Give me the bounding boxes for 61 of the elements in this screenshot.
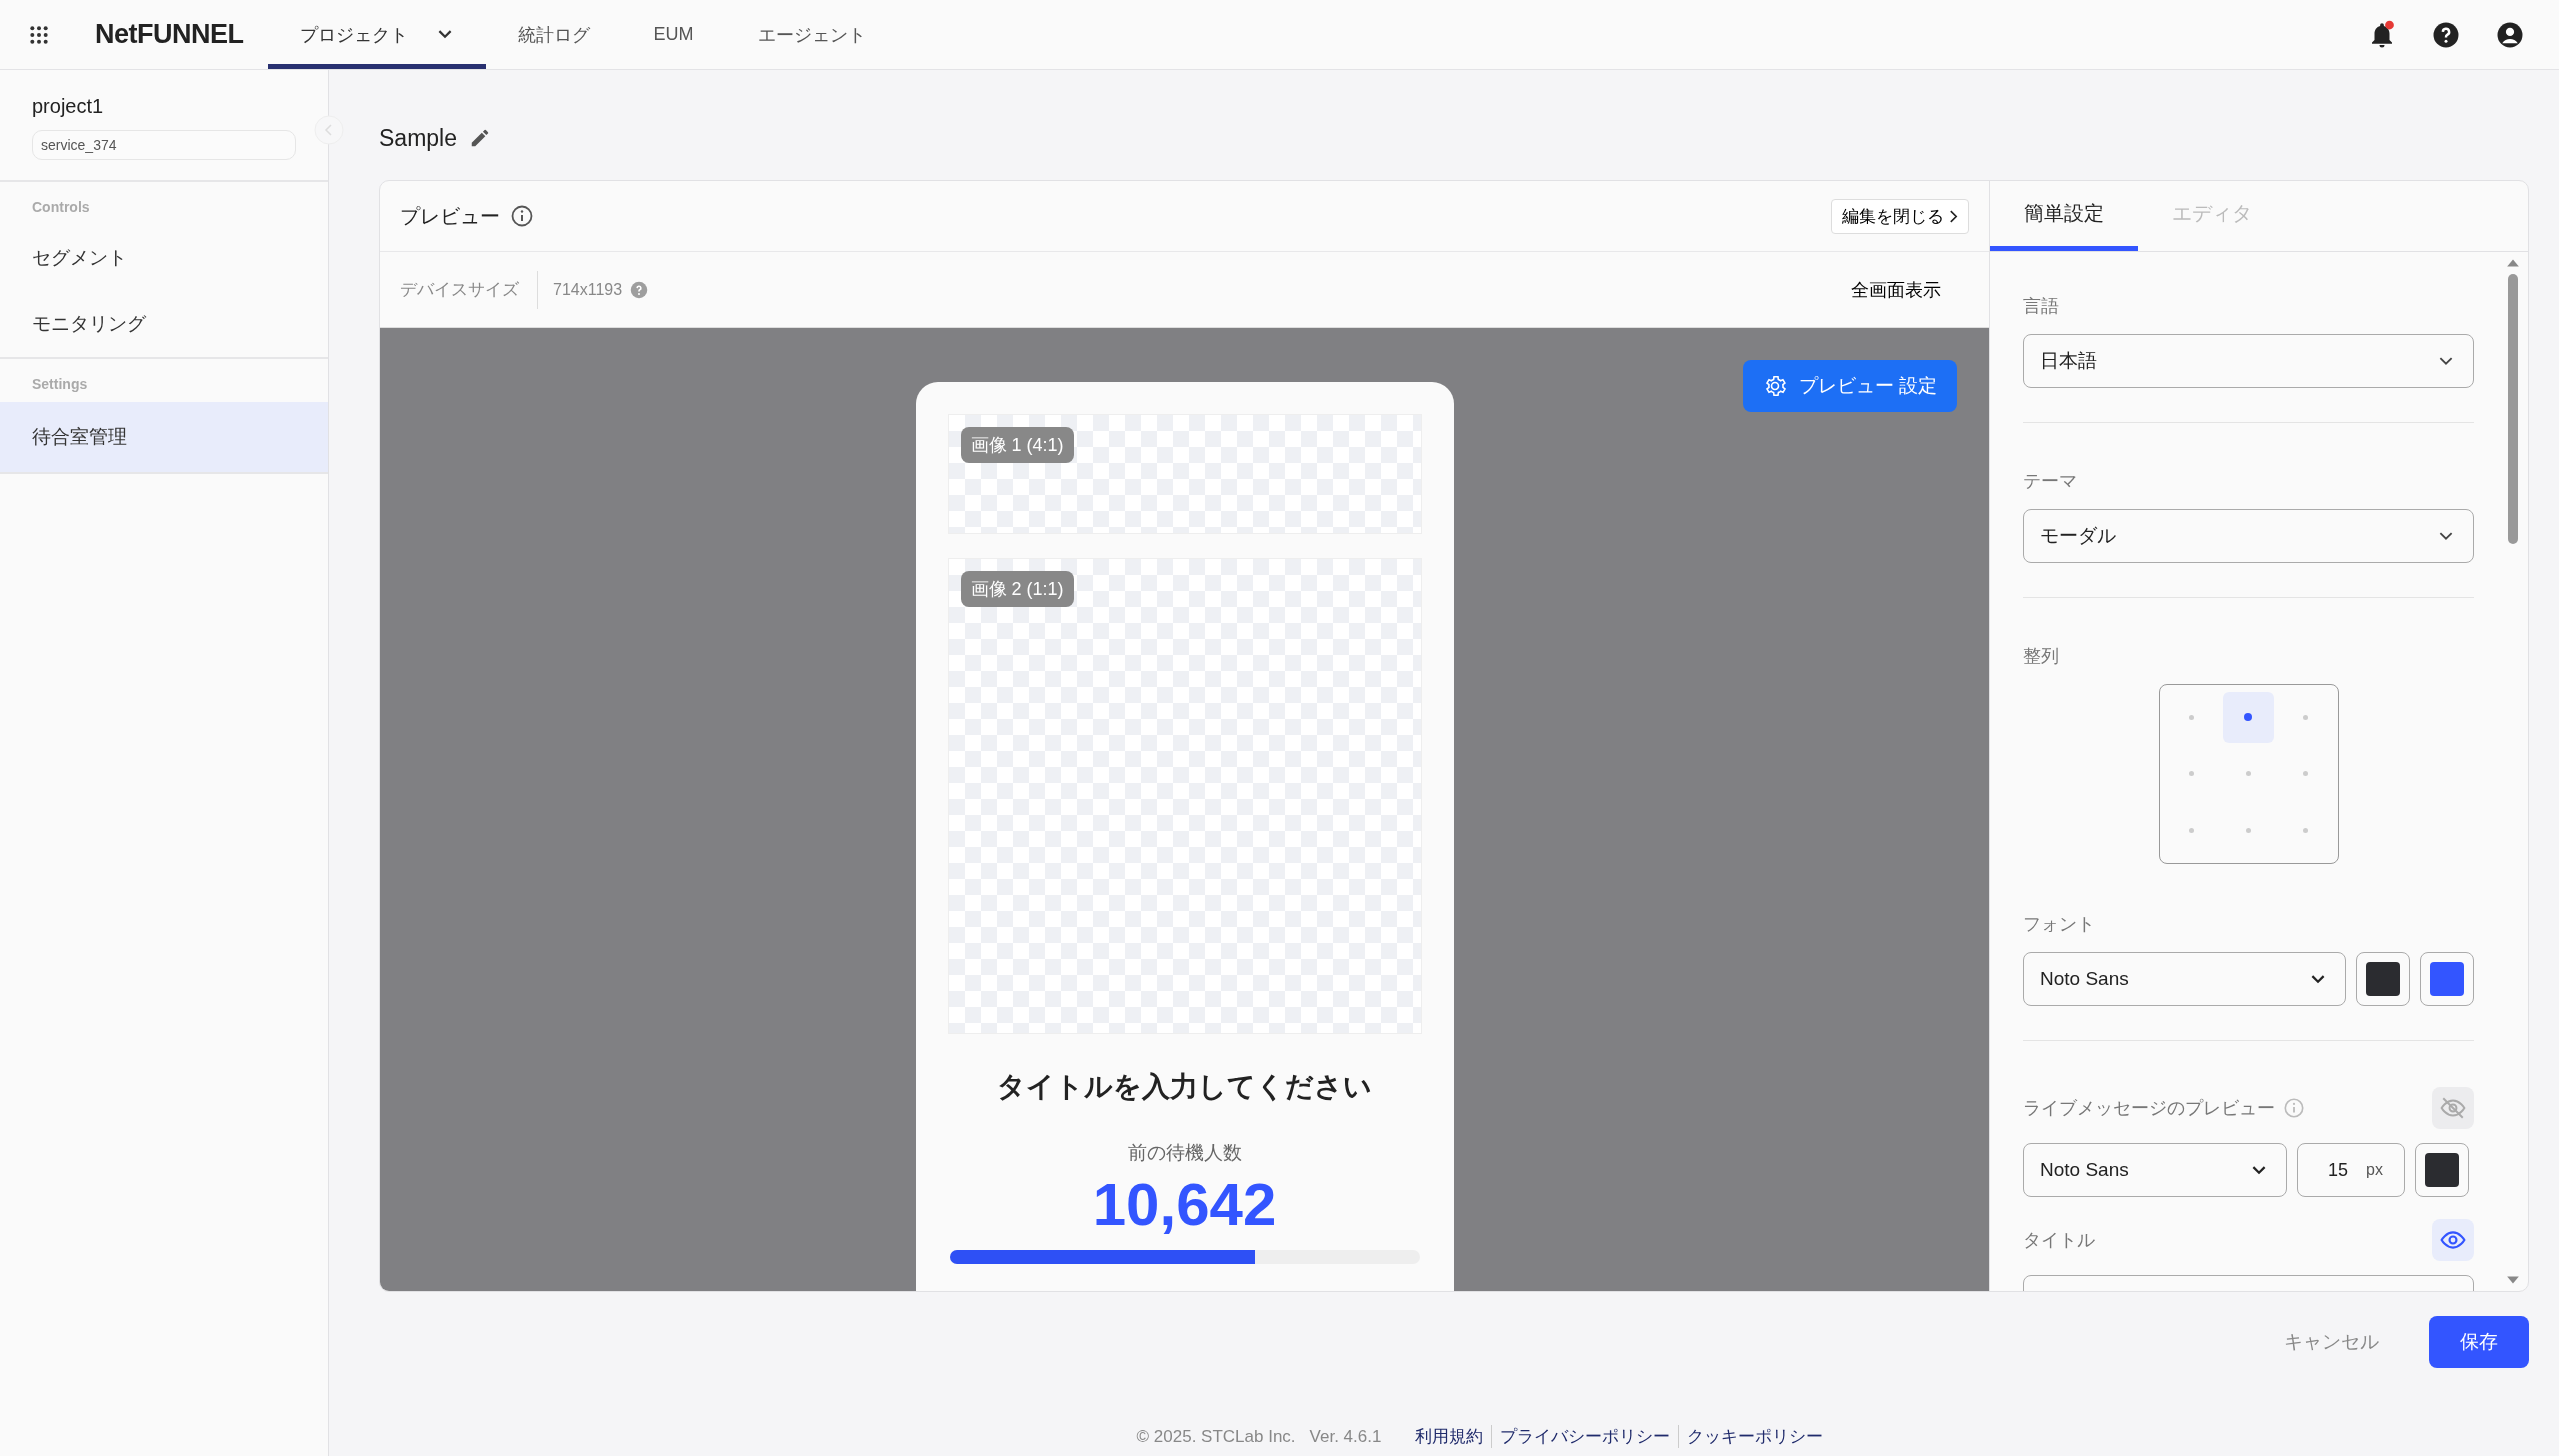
nav-tab[interactable]: 統計ログ bbox=[485, 0, 622, 69]
sidebar-item[interactable]: 待合室管理 bbox=[0, 402, 328, 472]
apps-grid-icon[interactable] bbox=[29, 24, 49, 45]
section-heading: Settings bbox=[31, 375, 89, 394]
preview-title: プレビュー bbox=[400, 203, 500, 229]
page-title: Sample bbox=[379, 124, 457, 152]
chevron-down-icon bbox=[2311, 974, 2325, 984]
pencil-icon[interactable] bbox=[469, 127, 491, 149]
visibility-toggle[interactable] bbox=[2432, 1087, 2474, 1129]
chevron-down-icon bbox=[437, 30, 452, 39]
image-label: 画像 1 (4:1) bbox=[960, 427, 1074, 463]
info-icon[interactable] bbox=[510, 204, 534, 228]
field-label: タイトル bbox=[2023, 1229, 2095, 1252]
color-picker[interactable] bbox=[2415, 1143, 2469, 1197]
settings-tab[interactable]: 簡単設定 bbox=[1990, 181, 2138, 251]
scrollbar-thumb[interactable] bbox=[2508, 274, 2518, 544]
device-size-value: 714x1193 bbox=[553, 280, 623, 299]
chevron-down-icon bbox=[2439, 356, 2453, 366]
version-text: Ver. 4.6.1 bbox=[1309, 1426, 1382, 1447]
scroll-down-icon[interactable] bbox=[2506, 1275, 2520, 1285]
queue-count: 10,642 bbox=[1092, 1172, 1277, 1238]
footer-link[interactable]: クッキーポリシー bbox=[1678, 1425, 1832, 1448]
sidebar-item[interactable]: モニタリング bbox=[0, 291, 328, 357]
field-label: 言語 bbox=[2023, 295, 2060, 318]
queue-label: 前の待機人数 bbox=[1127, 1141, 1242, 1165]
image-label: 画像 2 (1:1) bbox=[960, 571, 1074, 607]
close-edit-button[interactable]: 編集を閉じる bbox=[1831, 198, 1969, 234]
visibility-toggle[interactable] bbox=[2432, 1219, 2474, 1261]
field-label: ライブメッセージのプレビュー bbox=[2023, 1097, 2275, 1120]
waiting-title: タイトルを入力してください bbox=[997, 1070, 1372, 1104]
chevron-down-icon bbox=[2252, 1165, 2266, 1175]
alignment-option[interactable] bbox=[2223, 692, 2274, 743]
save-button[interactable]: 保存 bbox=[2429, 1316, 2529, 1368]
footer-link[interactable]: 利用規約 bbox=[1407, 1425, 1492, 1448]
collapse-icon[interactable] bbox=[314, 115, 344, 145]
color-picker[interactable] bbox=[2420, 952, 2474, 1006]
field-label: フォント bbox=[2023, 913, 2096, 936]
logo[interactable]: NetFUNNEL bbox=[95, 19, 244, 50]
field-label: 整列 bbox=[2023, 645, 2060, 668]
fullscreen-button[interactable]: 全画面表示 bbox=[1845, 276, 1947, 303]
section-heading: Controls bbox=[31, 198, 91, 217]
font-select[interactable]: Noto Sans bbox=[2023, 952, 2346, 1006]
color-picker[interactable] bbox=[2356, 952, 2410, 1006]
footer-link[interactable]: プライバシーポリシー bbox=[1491, 1425, 1679, 1448]
chevron-right-icon bbox=[1949, 209, 1958, 223]
nav-tab[interactable]: EUM bbox=[621, 0, 726, 69]
language-select[interactable]: 日本語 bbox=[2023, 334, 2474, 388]
preview-settings-button[interactable]: プレビュー 設定 bbox=[1742, 360, 1957, 412]
field-label: テーマ bbox=[2023, 470, 2078, 493]
device-size-label: デバイスサイズ bbox=[400, 270, 538, 309]
eye-off-icon bbox=[2440, 1095, 2466, 1121]
chevron-down-icon bbox=[2439, 531, 2453, 541]
nav-tab[interactable]: エージェント bbox=[725, 0, 898, 69]
font-size-field[interactable]: 15 px bbox=[2297, 1143, 2405, 1197]
font-select[interactable]: Noto Sans bbox=[2023, 1143, 2287, 1197]
sidebar-item[interactable]: セグメント bbox=[0, 225, 328, 291]
copyright-text: © 2025. STCLab Inc. bbox=[1136, 1426, 1296, 1447]
service-selector[interactable]: service_374 bbox=[32, 130, 296, 160]
scroll-up-icon[interactable] bbox=[2506, 258, 2520, 268]
theme-select[interactable]: モーダル bbox=[2023, 509, 2474, 563]
project-name: project1 bbox=[32, 95, 105, 118]
